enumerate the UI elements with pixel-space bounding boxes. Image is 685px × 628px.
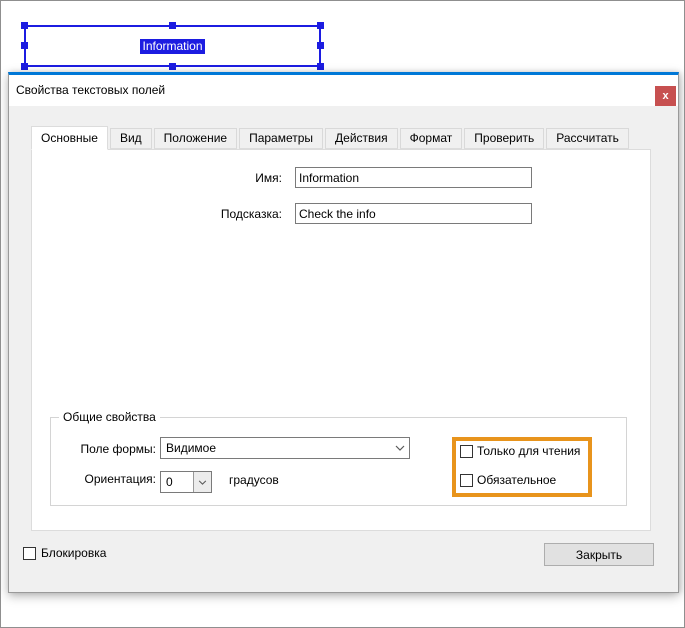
orientation-label: Ориентация: xyxy=(84,472,156,486)
chevron-down-icon xyxy=(391,445,409,451)
lock-checkbox-label: Блокировка xyxy=(41,546,107,560)
common-properties-group-title: Общие свойства xyxy=(59,410,160,424)
required-checkbox[interactable] xyxy=(460,473,473,487)
resize-handle-middle-left[interactable] xyxy=(21,42,28,49)
readonly-checkbox[interactable] xyxy=(460,444,473,458)
dialog-tab-strip: Основные Вид Положение Параметры Действи… xyxy=(31,126,631,150)
general-tab-panel: Имя: Подсказка: Общие свойства Поле форм… xyxy=(31,149,651,531)
tab-actions[interactable]: Действия xyxy=(325,128,398,149)
acrobat-page-canvas: Information Свойства текстовых полей x О… xyxy=(0,0,685,628)
text-field-properties-dialog: Свойства текстовых полей x Основные Вид … xyxy=(8,72,679,593)
dialog-title: Свойства текстовых полей xyxy=(16,83,166,97)
resize-handle-top-left[interactable] xyxy=(21,22,28,29)
resize-handle-top-middle[interactable] xyxy=(168,22,176,29)
required-checkbox-row[interactable]: Обязательное xyxy=(460,473,556,487)
tab-general[interactable]: Основные xyxy=(31,126,108,150)
tab-position[interactable]: Положение xyxy=(153,128,238,149)
resize-handle-middle-right[interactable] xyxy=(317,42,324,49)
selected-form-field[interactable]: Information xyxy=(21,22,324,70)
orientation-value: 0 xyxy=(166,475,173,489)
orange-highlight-annotation: Только для чтения Обязательное xyxy=(452,437,592,497)
form-field-visibility-value: Видимое xyxy=(166,441,217,455)
resize-handle-bottom-right[interactable] xyxy=(317,63,324,70)
lock-checkbox-row[interactable]: Блокировка xyxy=(23,546,106,560)
required-checkbox-label: Обязательное xyxy=(477,473,557,487)
readonly-checkbox-row[interactable]: Только для чтения xyxy=(460,444,580,458)
orientation-dropdown-button[interactable] xyxy=(193,472,211,492)
chevron-down-icon xyxy=(198,479,207,485)
resize-handle-bottom-left[interactable] xyxy=(21,63,28,70)
close-button[interactable]: Закрыть xyxy=(544,543,654,566)
lock-checkbox[interactable] xyxy=(23,546,36,560)
field-name-selected-text[interactable]: Information xyxy=(140,38,205,54)
tooltip-input[interactable] xyxy=(295,203,532,224)
tab-calculate[interactable]: Рассчитать xyxy=(546,128,629,149)
tab-format[interactable]: Формат xyxy=(399,128,463,149)
degrees-suffix-label: градусов xyxy=(229,473,279,487)
form-field-visibility-dropdown[interactable]: Видимое xyxy=(160,437,410,459)
tooltip-field-label: Подсказка: xyxy=(220,207,282,221)
dialog-titlebar[interactable]: Свойства текстовых полей xyxy=(9,75,678,106)
orientation-dropdown[interactable]: 0 xyxy=(160,471,212,493)
name-field-label: Имя: xyxy=(255,171,282,185)
close-icon[interactable]: x xyxy=(655,86,676,106)
tab-validate[interactable]: Проверить xyxy=(464,128,545,149)
resize-handle-bottom-middle[interactable] xyxy=(168,63,176,70)
name-input[interactable] xyxy=(295,167,532,188)
tab-appearance[interactable]: Вид xyxy=(109,128,152,149)
readonly-checkbox-label: Только для чтения xyxy=(477,444,581,458)
resize-handle-top-right[interactable] xyxy=(317,22,324,29)
form-field-label: Поле формы: xyxy=(80,442,156,456)
tab-options[interactable]: Параметры xyxy=(239,128,324,149)
